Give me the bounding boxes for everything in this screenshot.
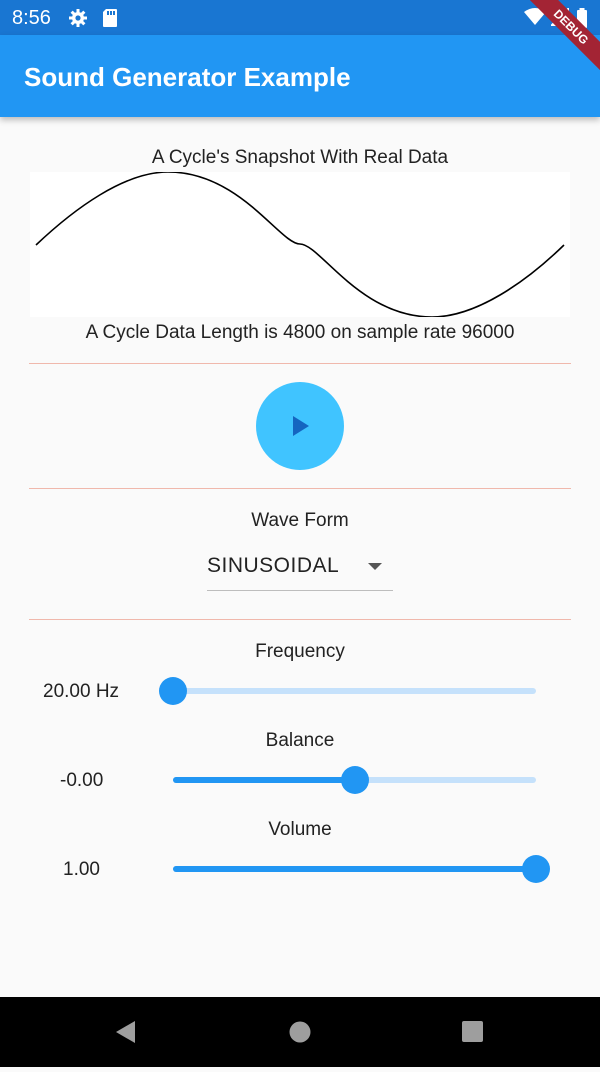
wave-snapshot xyxy=(30,171,570,318)
divider xyxy=(29,619,571,620)
waveform-dropdown[interactable]: SINUSOIDAL xyxy=(207,550,393,591)
frequency-slider[interactable] xyxy=(159,671,536,711)
snapshot-caption: A Cycle Data Length is 4800 on sample ra… xyxy=(85,322,515,343)
volume-label: Volume xyxy=(268,819,332,840)
app-bar: Sound Generator Example xyxy=(0,35,600,117)
divider xyxy=(29,363,571,364)
back-icon xyxy=(116,1021,135,1043)
dropdown-arrow-icon xyxy=(368,563,382,570)
balance-value: -0.00 xyxy=(60,770,104,791)
waveform-label: Wave Form xyxy=(251,510,349,531)
navigation-bar xyxy=(0,997,600,1067)
recents-button[interactable] xyxy=(443,997,503,1067)
slider-thumb[interactable] xyxy=(159,677,187,705)
slider-active-track xyxy=(173,777,355,783)
balance-label: Balance xyxy=(265,730,335,751)
gear-icon xyxy=(68,8,88,33)
home-icon xyxy=(289,1021,311,1043)
sine-wave-line xyxy=(35,171,565,318)
slider-track xyxy=(173,688,536,694)
recents-icon xyxy=(462,1021,483,1042)
volume-value: 1.00 xyxy=(63,859,100,880)
back-button[interactable] xyxy=(95,997,155,1067)
balance-slider[interactable] xyxy=(173,760,536,800)
waveform-selected: SINUSOIDAL xyxy=(207,554,340,577)
frequency-label: Frequency xyxy=(255,641,345,662)
sd-card-icon xyxy=(101,8,119,33)
status-time: 8:56 xyxy=(12,7,51,29)
home-button[interactable] xyxy=(270,997,330,1067)
status-bar: 8:56 xyxy=(0,0,600,35)
divider xyxy=(29,488,571,489)
slider-active-track xyxy=(173,866,536,872)
app-bar-title: Sound Generator Example xyxy=(24,62,351,92)
play-button[interactable] xyxy=(256,382,344,470)
play-icon xyxy=(293,416,309,436)
frequency-value: 20.00 Hz xyxy=(43,681,120,702)
snapshot-title: A Cycle's Snapshot With Real Data xyxy=(151,147,449,168)
volume-slider[interactable] xyxy=(173,849,550,889)
slider-thumb[interactable] xyxy=(522,855,550,883)
slider-thumb[interactable] xyxy=(340,766,369,794)
